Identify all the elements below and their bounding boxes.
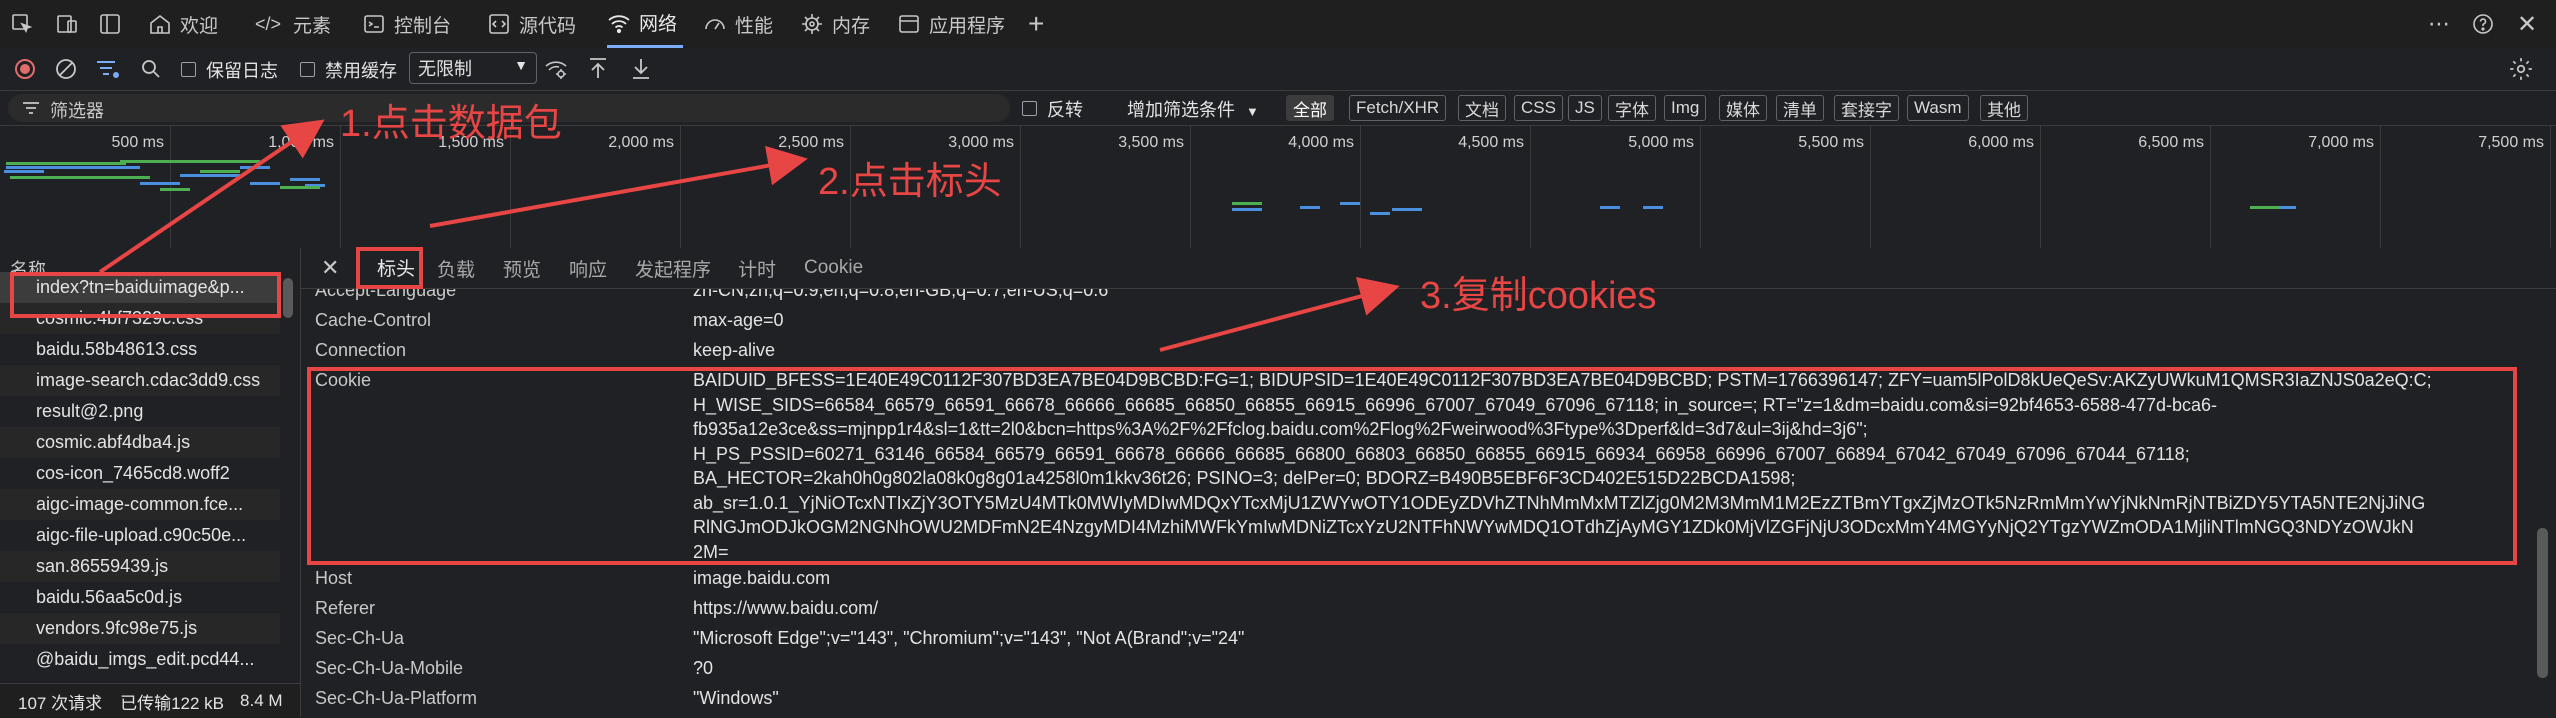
annotation-step1: 1.点击数据包 <box>340 103 562 145</box>
annotation-step3: 3.复制cookies <box>1420 275 1657 317</box>
arrow-step1 <box>98 119 325 274</box>
arrow-step2 <box>429 145 808 228</box>
annotation-step2: 2.点击标头 <box>818 161 1002 203</box>
arrow-step3 <box>1159 276 1400 352</box>
